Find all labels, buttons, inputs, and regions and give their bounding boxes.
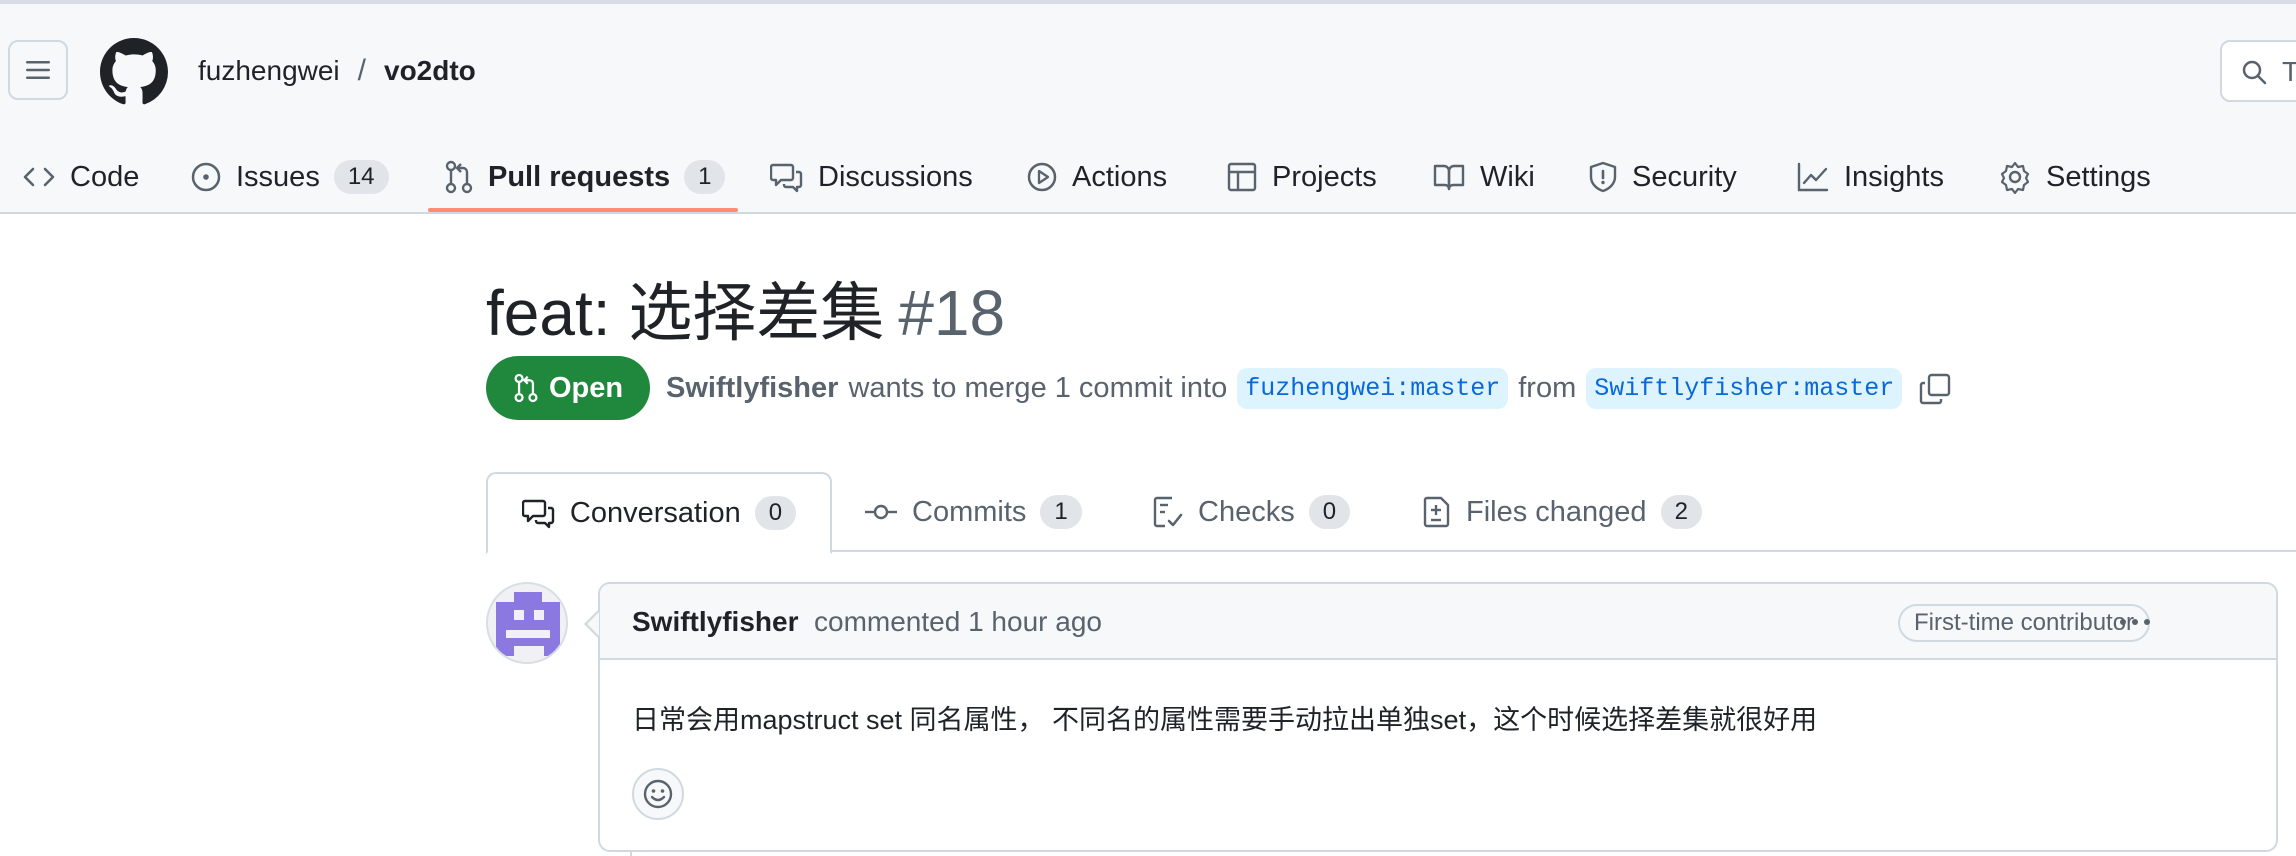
graph-icon (1797, 162, 1829, 192)
tab-files-changed-label: Files changed (1466, 495, 1647, 528)
tab-discussions-label: Discussions (818, 160, 973, 193)
discussion-icon (770, 163, 803, 193)
code-icon (23, 167, 55, 187)
base-branch-link[interactable]: fuzhengwei:master (1237, 368, 1509, 409)
tab-security-label: Security (1632, 160, 1737, 193)
tab-conversation-label: Conversation (569, 496, 741, 529)
tab-security[interactable]: Security (1588, 142, 1737, 212)
conversation-counter: 0 (754, 496, 797, 530)
tab-pull-requests-label: Pull requests (488, 160, 671, 193)
copy-icon[interactable] (1918, 372, 1952, 406)
gear-icon (2000, 161, 2030, 194)
tab-settings[interactable]: Settings (1998, 142, 2151, 212)
search-icon (2242, 60, 2267, 85)
pr-author-link[interactable]: Swiftlyfisher (666, 372, 838, 405)
active-tab-underline (428, 208, 738, 212)
pr-number: #18 (898, 277, 1006, 349)
tab-insights-label: Insights (1844, 160, 1944, 193)
repo-owner-link[interactable]: fuzhengwei (198, 55, 340, 87)
pr-from-text: from (1518, 372, 1577, 404)
hamburger-icon (26, 61, 50, 79)
comment-author-link[interactable]: Swiftlyfisher (632, 606, 798, 638)
checklist-icon (1153, 496, 1183, 528)
tab-code-label: Code (70, 160, 140, 193)
tab-pull-requests[interactable]: Pull requests 1 (444, 142, 726, 212)
tab-wiki[interactable]: Wiki (1432, 142, 1535, 212)
tab-wiki-label: Wiki (1480, 160, 1535, 193)
tab-actions-label: Actions (1072, 160, 1168, 193)
book-icon (1433, 164, 1465, 191)
play-icon (1027, 162, 1057, 192)
tab-code[interactable]: Code (22, 142, 139, 212)
head-branch-link[interactable]: Swiftlyfisher:master (1586, 368, 1903, 409)
tab-commits[interactable]: Commits 1 (864, 472, 1082, 552)
comment-body: 日常会用mapstruct set 同名属性， 不同名的属性需要手动拉出单独se… (632, 705, 1818, 735)
tab-files-changed[interactable]: Files changed 2 (1422, 472, 1702, 552)
repo-name-link[interactable]: vo2dto (384, 55, 476, 87)
tab-discussions[interactable]: Discussions (770, 142, 973, 212)
tab-issues[interactable]: Issues 14 (190, 142, 389, 212)
breadcrumb: fuzhengwei / vo2dto (198, 54, 476, 88)
issues-counter: 14 (333, 160, 389, 194)
shield-icon (1589, 161, 1617, 193)
avatar[interactable] (486, 582, 568, 664)
commits-counter: 1 (1040, 495, 1082, 529)
comment-pointer-inner (587, 612, 599, 636)
checks-counter: 0 (1308, 495, 1351, 529)
comment-discussion-icon (521, 499, 555, 529)
tab-commits-label: Commits (912, 495, 1027, 528)
pr-merge-text: wants to merge 1 commit into (848, 372, 1228, 404)
tab-projects-label: Projects (1272, 160, 1377, 193)
files-changed-counter: 2 (1660, 495, 1702, 529)
menu-button[interactable] (8, 40, 68, 100)
commit-icon (865, 504, 897, 520)
comment-header: Swiftlyfisher commented 1 hour ago First… (600, 584, 2276, 660)
tab-projects[interactable]: Projects (1226, 142, 1377, 212)
tab-actions[interactable]: Actions (1026, 142, 1167, 212)
pr-meta: Swiftlyfisher wants to merge 1 commit in… (666, 368, 1952, 409)
pull-requests-counter: 1 (684, 160, 726, 194)
github-logo-icon[interactable] (100, 38, 168, 106)
breadcrumb-separator: / (357, 54, 366, 87)
identicon-image (496, 592, 562, 656)
pr-state-badge: Open (486, 356, 650, 420)
timeline-line (630, 852, 632, 856)
tab-checks-label: Checks (1198, 495, 1295, 528)
smiley-icon (643, 779, 673, 809)
search-input[interactable]: T (2220, 40, 2296, 102)
search-placeholder: T (2282, 56, 2296, 87)
tab-conversation[interactable]: Conversation 0 (486, 472, 832, 554)
comment-timestamp[interactable]: commented 1 hour ago (814, 606, 1102, 638)
tab-issues-label: Issues (236, 160, 320, 193)
pr-title: feat: 选择差集 #18 (486, 262, 1005, 354)
tab-checks[interactable]: Checks 0 (1152, 472, 1351, 552)
add-reaction-button[interactable] (632, 768, 684, 820)
pr-state-label: Open (548, 371, 624, 404)
kebab-menu-icon[interactable] (2112, 602, 2158, 642)
pull-request-icon (514, 373, 538, 403)
pr-title-text: feat: 选择差集 (486, 277, 885, 349)
table-icon (1227, 162, 1257, 192)
tab-settings-label: Settings (2046, 160, 2151, 193)
tab-insights[interactable]: Insights (1796, 142, 1944, 212)
issue-icon (191, 162, 221, 192)
pull-request-icon (445, 160, 473, 194)
file-diff-icon (1423, 496, 1450, 528)
comment-box: Swiftlyfisher commented 1 hour ago First… (598, 582, 2278, 852)
repo-header: fuzhengwei / vo2dto T Code Issues 14 Pul… (0, 4, 2296, 214)
